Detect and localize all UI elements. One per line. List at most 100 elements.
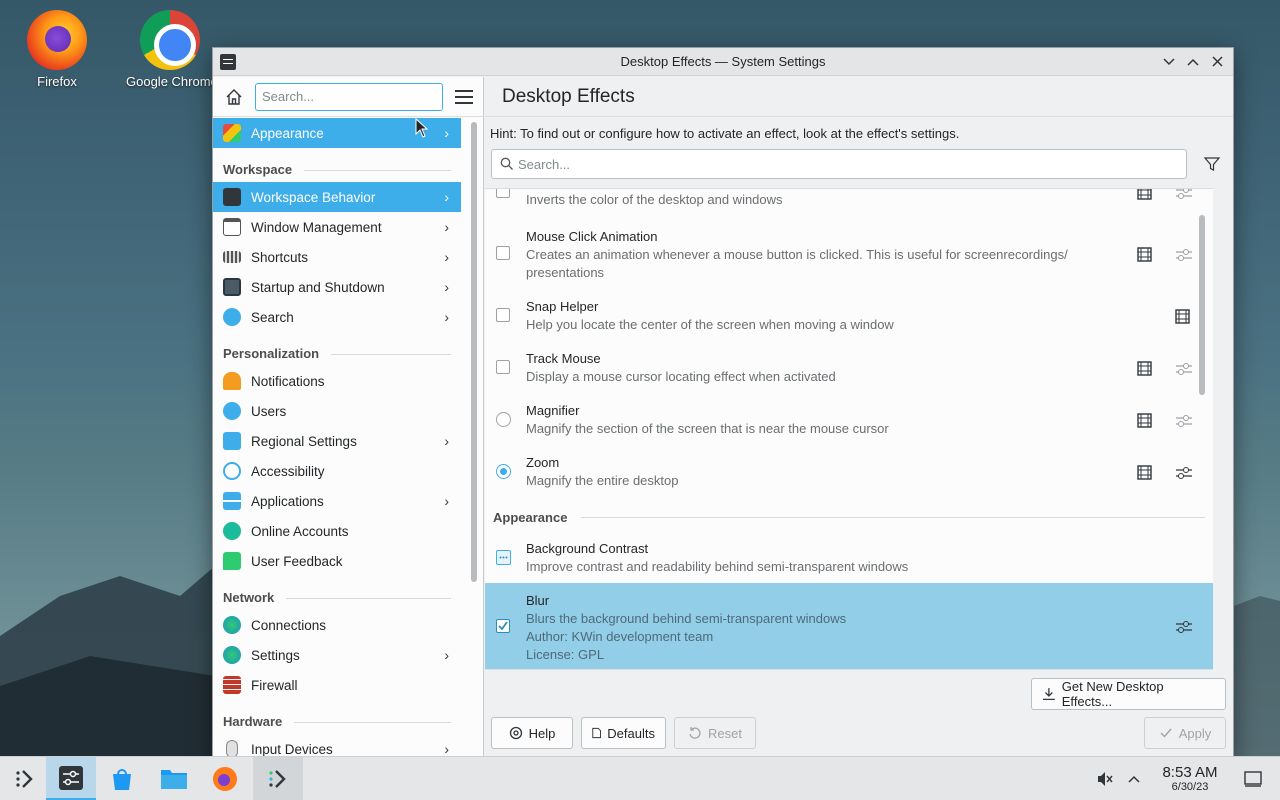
sidebar-item-notifications[interactable]: Notifications bbox=[213, 366, 461, 396]
close-icon bbox=[1211, 56, 1223, 67]
workspace-behavior-icon bbox=[223, 188, 241, 206]
effect-checkbox[interactable] bbox=[496, 360, 510, 374]
effect-checkbox[interactable] bbox=[496, 308, 510, 322]
sidebar-item-label: Appearance bbox=[251, 125, 324, 141]
sidebar-header bbox=[213, 77, 483, 117]
sidebar-item-user-feedback[interactable]: User Feedback bbox=[213, 546, 461, 576]
application-launcher-button[interactable] bbox=[0, 757, 50, 800]
desktop-icon-firefox[interactable]: Firefox bbox=[9, 4, 105, 89]
video-icon[interactable] bbox=[1137, 188, 1152, 200]
desktop-icon-chrome[interactable]: Google Chrome bbox=[126, 4, 214, 89]
video-icon[interactable] bbox=[1175, 309, 1190, 324]
home-button[interactable] bbox=[223, 86, 245, 108]
effect-row-track-mouse[interactable]: Track Mouse Display a mouse cursor locat… bbox=[485, 351, 1213, 387]
minimize-button[interactable] bbox=[1161, 54, 1177, 70]
sidebar-item-firewall[interactable]: Firewall bbox=[213, 670, 461, 700]
taskbar-peek-desktop[interactable] bbox=[253, 757, 303, 800]
effect-checkbox-partial[interactable] bbox=[496, 550, 511, 565]
effect-description: Creates an animation whenever a mouse bu… bbox=[526, 247, 1068, 280]
video-icon[interactable] bbox=[1137, 361, 1152, 376]
window-titlebar[interactable]: Desktop Effects — System Settings bbox=[213, 48, 1233, 76]
video-icon[interactable] bbox=[1137, 465, 1152, 480]
system-settings-app-icon[interactable] bbox=[220, 53, 236, 70]
reset-button[interactable]: Reset bbox=[674, 717, 756, 749]
sidebar-category-hardware: Hardware bbox=[213, 700, 461, 734]
sidebar-item-label: Notifications bbox=[251, 373, 325, 389]
get-new-effects-button[interactable]: Get New Desktop Effects... bbox=[1031, 678, 1226, 710]
sidebar-item-network-settings[interactable]: Settings › bbox=[213, 640, 461, 670]
sidebar-scrollbar[interactable] bbox=[471, 122, 477, 582]
apply-label: Apply bbox=[1178, 725, 1212, 741]
effect-radio[interactable] bbox=[496, 464, 511, 479]
effect-row-magnifier[interactable]: Magnifier Magnify the section of the scr… bbox=[485, 403, 1213, 439]
show-desktop-button[interactable] bbox=[1242, 757, 1264, 800]
sidebar-category-workspace: Workspace bbox=[213, 148, 461, 182]
system-tray-expand-button[interactable] bbox=[1124, 757, 1144, 800]
sidebar-item-regional-settings[interactable]: Regional Settings › bbox=[213, 426, 461, 456]
effect-row-snap-helper[interactable]: Snap Helper Help you locate the center o… bbox=[485, 299, 1213, 335]
clock[interactable]: 8:53 AM 6/30/23 bbox=[1150, 764, 1230, 793]
defaults-button[interactable]: Defaults bbox=[581, 717, 666, 749]
sidebar-search-input[interactable] bbox=[255, 82, 443, 111]
effect-radio[interactable] bbox=[496, 412, 511, 427]
effect-row-mouse-click-animation[interactable]: Mouse Click Animation Creates an animati… bbox=[485, 229, 1213, 283]
filter-icon bbox=[1204, 157, 1220, 171]
effect-checkbox[interactable] bbox=[496, 246, 510, 260]
help-label: Help bbox=[528, 725, 556, 741]
chevron-up-icon bbox=[1128, 775, 1140, 783]
effect-checkbox[interactable] bbox=[496, 189, 510, 198]
effects-search-input[interactable] bbox=[518, 156, 1186, 172]
sidebar-item-search[interactable]: Search › bbox=[213, 302, 461, 332]
configure-icon[interactable] bbox=[1175, 413, 1193, 429]
filter-button[interactable] bbox=[1201, 153, 1223, 175]
discover-store-icon bbox=[113, 769, 131, 790]
configure-icon[interactable] bbox=[1175, 619, 1193, 635]
firefox-icon bbox=[213, 767, 237, 791]
sidebar-item-accessibility[interactable]: Accessibility bbox=[213, 456, 461, 486]
hint-text: Hint: To find out or configure how to ac… bbox=[490, 126, 960, 141]
sidebar-item-input-devices[interactable]: Input Devices › bbox=[213, 734, 461, 757]
regional-settings-icon bbox=[223, 432, 241, 450]
sidebar-item-users[interactable]: Users bbox=[213, 396, 461, 426]
volume-muted-button[interactable] bbox=[1094, 757, 1116, 800]
apply-button[interactable]: Apply bbox=[1144, 717, 1226, 749]
close-button[interactable] bbox=[1209, 54, 1225, 70]
taskbar-firefox[interactable] bbox=[200, 757, 250, 800]
effect-name: Snap Helper bbox=[526, 299, 599, 314]
sidebar-item-label: Input Devices bbox=[251, 741, 333, 757]
chevron-down-icon bbox=[1163, 57, 1175, 65]
configure-icon[interactable] bbox=[1175, 188, 1193, 201]
chevron-right-icon: › bbox=[444, 279, 449, 295]
effect-row-blur[interactable]: Blur Blurs the background behind semi-tr… bbox=[485, 583, 1213, 669]
sidebar-item-window-management[interactable]: Window Management › bbox=[213, 212, 461, 242]
taskbar-discover[interactable] bbox=[97, 757, 147, 800]
video-icon[interactable] bbox=[1137, 247, 1152, 262]
configure-icon[interactable] bbox=[1175, 247, 1193, 263]
effect-row-background-contrast[interactable]: Background Contrast Improve contrast and… bbox=[485, 541, 1213, 577]
effects-search-field[interactable] bbox=[491, 149, 1187, 179]
effect-description: Improve contrast and readability behind … bbox=[526, 559, 909, 574]
effect-row-invert[interactable]: Inverts the color of the desktop and win… bbox=[485, 188, 1213, 213]
sidebar-item-startup-shutdown[interactable]: Startup and Shutdown › bbox=[213, 272, 461, 302]
applications-icon bbox=[223, 492, 241, 510]
reset-label: Reset bbox=[708, 725, 742, 741]
maximize-button[interactable] bbox=[1185, 54, 1201, 70]
configure-icon[interactable] bbox=[1175, 361, 1193, 377]
hamburger-menu-button[interactable] bbox=[455, 89, 473, 104]
sidebar-item-online-accounts[interactable]: Online Accounts bbox=[213, 516, 461, 546]
sidebar-item-workspace-behavior[interactable]: Workspace Behavior › bbox=[213, 182, 461, 212]
help-button[interactable]: Help bbox=[491, 717, 573, 749]
effect-row-zoom[interactable]: Zoom Magnify the entire desktop bbox=[485, 455, 1213, 491]
effect-checkbox-checked[interactable] bbox=[496, 619, 510, 633]
configure-icon[interactable] bbox=[1175, 465, 1193, 481]
sidebar-item-shortcuts[interactable]: Shortcuts › bbox=[213, 242, 461, 272]
accessibility-icon bbox=[223, 462, 241, 480]
taskbar-file-manager[interactable] bbox=[149, 757, 199, 800]
sidebar-item-label: Startup and Shutdown bbox=[251, 279, 385, 295]
chevron-right-icon: › bbox=[444, 493, 449, 509]
video-icon[interactable] bbox=[1137, 413, 1152, 428]
effects-scrollbar[interactable] bbox=[1199, 215, 1205, 395]
sidebar-item-connections[interactable]: Connections bbox=[213, 610, 461, 640]
sidebar-item-applications[interactable]: Applications › bbox=[213, 486, 461, 516]
taskbar-system-settings[interactable] bbox=[46, 757, 96, 800]
